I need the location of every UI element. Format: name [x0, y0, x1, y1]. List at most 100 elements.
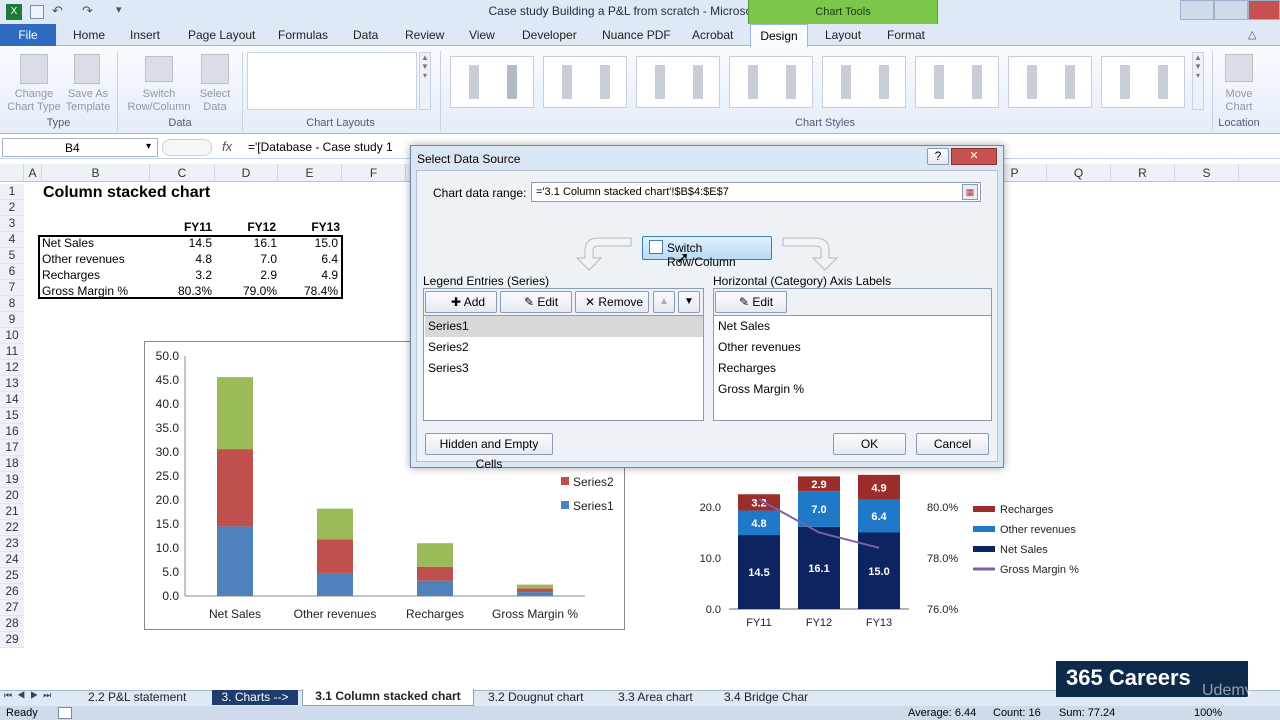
- column-header-s[interactable]: S: [1175, 164, 1239, 182]
- row-header[interactable]: 21: [0, 504, 24, 520]
- move-down-button[interactable]: ▼: [678, 291, 700, 313]
- switch-row-column-ribbon-button[interactable]: Switch Row/Column: [122, 88, 196, 114]
- sheet-tab-doughnut[interactable]: 3.2 Dougnut chart: [488, 690, 583, 704]
- chart-style-4[interactable]: [729, 56, 813, 108]
- tab-format[interactable]: Format: [887, 28, 925, 42]
- edit-series-button[interactable]: ✎ Edit: [500, 291, 572, 313]
- formula-bar-handle[interactable]: [162, 139, 212, 156]
- cancel-button[interactable]: Cancel: [916, 433, 989, 455]
- close-window-button[interactable]: [1248, 0, 1280, 20]
- row-header[interactable]: 29: [0, 632, 24, 648]
- remove-series-button[interactable]: ✕ Remove: [575, 291, 649, 313]
- bar-segment[interactable]: [217, 377, 253, 450]
- tab-file[interactable]: File: [0, 24, 56, 46]
- bar-segment[interactable]: [417, 543, 453, 567]
- insert-function-icon[interactable]: fx: [222, 139, 232, 154]
- series-item[interactable]: Series3: [425, 358, 703, 379]
- bar-segment[interactable]: [217, 526, 253, 596]
- row-header[interactable]: 24: [0, 552, 24, 568]
- sheet-tab-pl-statement[interactable]: 2.2 P&L statement: [88, 690, 186, 704]
- chart-style-3[interactable]: [636, 56, 720, 108]
- name-box[interactable]: B4: [2, 138, 158, 157]
- series-item[interactable]: Series2: [425, 337, 703, 358]
- chart-style-1[interactable]: [450, 56, 534, 108]
- bar-segment[interactable]: [517, 592, 553, 596]
- row-header[interactable]: 13: [0, 376, 24, 392]
- axis-item[interactable]: Net Sales: [715, 316, 989, 337]
- bar-segment[interactable]: [317, 539, 353, 573]
- tab-page-layout[interactable]: Page Layout: [188, 28, 255, 42]
- sheet-tab-charts[interactable]: 3. Charts -->: [212, 690, 298, 705]
- fy-combo-chart[interactable]: 0.0 10.0 20.0 76.0% 78.0% 80.0% 14.5 4.8 3.2 FY11…: [680, 460, 1100, 635]
- data-cell[interactable]: 3.2: [150, 267, 212, 283]
- hidden-empty-cells-button[interactable]: Hidden and Empty Cells: [425, 433, 553, 471]
- column-header-b[interactable]: B: [42, 164, 150, 182]
- bar-segment[interactable]: [317, 572, 353, 596]
- row-header[interactable]: 8: [0, 296, 24, 312]
- row-label[interactable]: Recharges: [42, 267, 148, 283]
- row-header[interactable]: 9: [0, 312, 24, 328]
- select-all-corner[interactable]: [0, 164, 24, 182]
- row-header[interactable]: 3: [0, 216, 24, 232]
- axis-item[interactable]: Recharges: [715, 358, 989, 379]
- save-as-template-button[interactable]: Save As Template: [60, 88, 116, 114]
- formula-input[interactable]: ='[Database - Case study 1: [248, 140, 418, 154]
- chart-style-5[interactable]: [822, 56, 906, 108]
- help-button[interactable]: ?: [927, 148, 949, 165]
- row-header[interactable]: 25: [0, 568, 24, 584]
- ribbon-minimize-icon[interactable]: △: [1248, 28, 1256, 41]
- column-header-r[interactable]: R: [1111, 164, 1175, 182]
- column-header-f[interactable]: F: [342, 164, 406, 182]
- bar-segment[interactable]: [217, 449, 253, 527]
- chart-layouts-gallery[interactable]: [247, 52, 417, 110]
- tab-nuance-pdf[interactable]: Nuance PDF: [602, 28, 671, 42]
- change-chart-type-button[interactable]: Change Chart Type: [4, 88, 64, 114]
- header-fy13[interactable]: FY13: [278, 219, 340, 235]
- data-cell[interactable]: 15.0: [278, 235, 338, 251]
- axis-item[interactable]: Other revenues: [715, 337, 989, 358]
- row-header[interactable]: 10: [0, 328, 24, 344]
- tab-data[interactable]: Data: [353, 28, 378, 42]
- row-header[interactable]: 22: [0, 520, 24, 536]
- column-header-a[interactable]: A: [24, 164, 42, 182]
- row-header[interactable]: 12: [0, 360, 24, 376]
- sheet-nav-arrows[interactable]: ⏮◀▶⏭: [4, 690, 56, 701]
- column-header-q[interactable]: Q: [1047, 164, 1111, 182]
- select-data-button[interactable]: Select Data: [196, 88, 234, 114]
- data-cell[interactable]: 78.4%: [278, 283, 338, 299]
- row-header[interactable]: 15: [0, 408, 24, 424]
- data-cell[interactable]: 80.3%: [150, 283, 212, 299]
- header-fy11[interactable]: FY11: [150, 219, 212, 235]
- series-item[interactable]: Series1: [425, 316, 703, 337]
- tab-design[interactable]: Design: [750, 24, 808, 47]
- column-header-d[interactable]: D: [215, 164, 278, 182]
- column-header-c[interactable]: C: [150, 164, 215, 182]
- bar-segment[interactable]: [417, 566, 453, 581]
- bar-segment[interactable]: [317, 508, 353, 540]
- row-header[interactable]: 11: [0, 344, 24, 360]
- macro-record-icon[interactable]: [58, 707, 72, 719]
- zoom-level[interactable]: 100%: [1194, 707, 1222, 719]
- row-header[interactable]: 20: [0, 488, 24, 504]
- axis-item[interactable]: Gross Margin %: [715, 379, 989, 400]
- row-header[interactable]: 5: [0, 248, 24, 264]
- tab-acrobat[interactable]: Acrobat: [692, 28, 733, 42]
- row-header[interactable]: 26: [0, 584, 24, 600]
- sheet-tab-area[interactable]: 3.3 Area chart: [618, 690, 693, 704]
- row-header[interactable]: 6: [0, 264, 24, 280]
- row-header[interactable]: 1: [0, 184, 24, 200]
- tab-insert[interactable]: Insert: [130, 28, 160, 42]
- data-cell[interactable]: 6.4: [278, 251, 338, 267]
- dialog-close-button[interactable]: ✕: [951, 148, 997, 165]
- data-cell[interactable]: 7.0: [215, 251, 277, 267]
- column-header-e[interactable]: E: [278, 164, 342, 182]
- ok-button[interactable]: OK: [833, 433, 906, 455]
- tab-home[interactable]: Home: [73, 28, 105, 42]
- sheet-tab-column-stacked[interactable]: 3.1 Column stacked chart: [302, 689, 474, 706]
- chart-data-range-input[interactable]: ='3.1 Column stacked chart'!$B$4:$E$7: [531, 182, 981, 202]
- sheet-title[interactable]: Column stacked chart: [43, 184, 210, 202]
- sheet-tab-bridge[interactable]: 3.4 Bridge Char: [724, 690, 812, 704]
- row-label[interactable]: Net Sales: [42, 235, 148, 251]
- bar-segment[interactable]: [517, 588, 553, 593]
- row-header[interactable]: 27: [0, 600, 24, 616]
